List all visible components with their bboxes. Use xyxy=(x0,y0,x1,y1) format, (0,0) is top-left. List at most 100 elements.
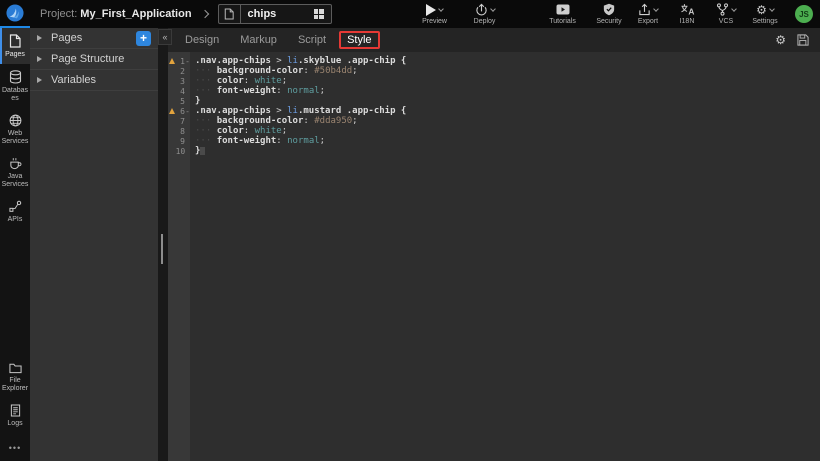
grid-icon[interactable] xyxy=(314,9,324,19)
code-line[interactable]: } xyxy=(195,146,820,156)
code-line[interactable]: ··· background-color: #50b4dd; xyxy=(195,66,820,76)
code-token: : xyxy=(276,136,287,146)
section-label: Page Structure xyxy=(51,53,124,65)
breadcrumb: Project:My_First_Application xyxy=(40,8,192,20)
pages-icon xyxy=(9,34,21,48)
expand-arrow-icon xyxy=(37,35,42,41)
code-token: #dda950 xyxy=(314,116,352,126)
style-editor[interactable]: 1-23456-78910 .nav.app-chips > li.skyblu… xyxy=(168,52,820,461)
code-token: .nav.app-chips xyxy=(195,106,276,116)
gutter-row: 5 xyxy=(168,96,190,106)
code-token: white xyxy=(255,126,282,136)
sidebar-item-databases[interactable]: Databases xyxy=(0,64,30,108)
sidebar-label: Logs xyxy=(7,420,22,428)
app-logo[interactable] xyxy=(0,0,30,28)
i18n-button[interactable]: A I18N xyxy=(672,3,702,25)
page-tab-chips[interactable]: chips xyxy=(218,4,332,24)
vcs-label: VCS xyxy=(719,18,733,25)
chevron-down-icon[interactable] xyxy=(653,6,659,12)
settings-button[interactable]: ⚙ Settings xyxy=(750,3,780,25)
code-token: : xyxy=(276,86,287,96)
panel-section-pages[interactable]: Pages + xyxy=(30,28,158,49)
code-token: font-weight xyxy=(217,86,277,96)
tab-design[interactable]: Design xyxy=(177,32,227,48)
code-token: ··· xyxy=(195,76,217,86)
i18n-label: I18N xyxy=(680,18,695,25)
export-button[interactable]: Export xyxy=(633,3,663,25)
sidebar-label: Java Services xyxy=(1,173,29,189)
sidebar-item-file-explorer[interactable]: File Explorer xyxy=(0,356,30,398)
chevron-down-icon[interactable] xyxy=(731,6,737,12)
sidebar-item-java-services[interactable]: Java Services xyxy=(0,151,30,194)
code-token: color xyxy=(217,126,244,136)
panel-section-variables[interactable]: Variables xyxy=(30,70,158,91)
code-token: ··· xyxy=(195,126,217,136)
code-line[interactable]: } xyxy=(195,96,820,106)
chevron-down-icon[interactable] xyxy=(438,6,444,12)
tutorials-button[interactable]: Tutorials xyxy=(548,3,578,25)
sidebar-label: APIs xyxy=(8,216,23,224)
code-token: ; xyxy=(352,66,357,76)
chevron-down-icon[interactable] xyxy=(490,6,496,12)
save-icon[interactable] xyxy=(797,34,809,46)
page-tab-label: chips xyxy=(241,8,314,20)
more-options-icon[interactable]: ••• xyxy=(0,443,30,453)
editor-tab-bar: Design Markup Script Style ⚙ xyxy=(168,28,820,52)
sidebar-item-logs[interactable]: Logs xyxy=(0,398,30,433)
left-sidebar: Pages Databases Web Services Java Servic… xyxy=(0,28,30,461)
globe-icon xyxy=(9,114,22,127)
add-page-button[interactable]: + xyxy=(136,31,151,46)
code-line[interactable]: ··· font-weight: normal; xyxy=(195,86,820,96)
tab-script[interactable]: Script xyxy=(290,32,334,48)
translate-icon: A xyxy=(680,3,695,16)
pages-panel: Pages + Page Structure Variables xyxy=(30,28,158,461)
code-line[interactable]: ··· color: white; xyxy=(195,76,820,86)
code-token: color xyxy=(217,76,244,86)
code-token: ; xyxy=(282,76,287,86)
line-number: 4 xyxy=(176,87,185,96)
code-content[interactable]: .nav.app-chips > li.skyblue .app-chip {·… xyxy=(190,52,820,461)
line-number: 5 xyxy=(176,97,185,106)
editor-settings-icon[interactable]: ⚙ xyxy=(775,34,786,46)
text-cursor xyxy=(200,147,205,155)
deploy-button[interactable]: Deploy xyxy=(470,3,500,25)
collapse-panel-button[interactable]: « xyxy=(158,29,172,45)
vcs-button[interactable]: VCS xyxy=(711,3,741,25)
section-label: Variables xyxy=(51,74,96,86)
export-icon xyxy=(638,3,651,16)
code-line[interactable]: ··· color: white; xyxy=(195,126,820,136)
security-button[interactable]: Security xyxy=(594,3,624,25)
code-token: ··· xyxy=(195,66,217,76)
sidebar-item-web-services[interactable]: Web Services xyxy=(0,108,30,151)
panel-section-page-structure[interactable]: Page Structure xyxy=(30,49,158,70)
gutter-row: 3 xyxy=(168,76,190,86)
code-line[interactable]: .nav.app-chips > li.skyblue .app-chip { xyxy=(195,56,820,66)
tab-markup[interactable]: Markup xyxy=(232,32,285,48)
preview-button[interactable]: Preview xyxy=(420,3,450,25)
tab-style[interactable]: Style xyxy=(339,31,379,49)
sidebar-item-apis[interactable]: APIs xyxy=(0,194,30,229)
code-token: normal xyxy=(287,136,320,146)
code-token: #50b4dd xyxy=(314,66,352,76)
resize-handle[interactable] xyxy=(161,234,163,264)
play-icon xyxy=(426,4,436,16)
code-token: { xyxy=(401,106,406,116)
top-bar: Project:My_First_Application chips Previ… xyxy=(0,0,820,28)
user-avatar[interactable]: JS xyxy=(795,5,813,23)
sidebar-item-pages[interactable]: Pages xyxy=(0,28,30,64)
chevron-down-icon[interactable] xyxy=(769,6,775,12)
code-token: background-color xyxy=(217,66,304,76)
code-token: { xyxy=(401,56,406,66)
gear-icon: ⚙ xyxy=(756,4,767,16)
editor-toolbar: ⚙ xyxy=(775,34,820,46)
project-name: My_First_Application xyxy=(80,8,191,20)
code-line[interactable]: .nav.app-chips > li.mustard .app-chip { xyxy=(195,106,820,116)
line-number: 7 xyxy=(176,117,185,126)
code-token: ; xyxy=(320,136,325,146)
editor-gutter: 1-23456-78910 xyxy=(168,52,190,461)
code-token: ; xyxy=(282,126,287,136)
code-token: ; xyxy=(352,116,357,126)
line-number: 8 xyxy=(176,127,185,136)
code-line[interactable]: ··· background-color: #dda950; xyxy=(195,116,820,126)
code-line[interactable]: ··· font-weight: normal; xyxy=(195,136,820,146)
